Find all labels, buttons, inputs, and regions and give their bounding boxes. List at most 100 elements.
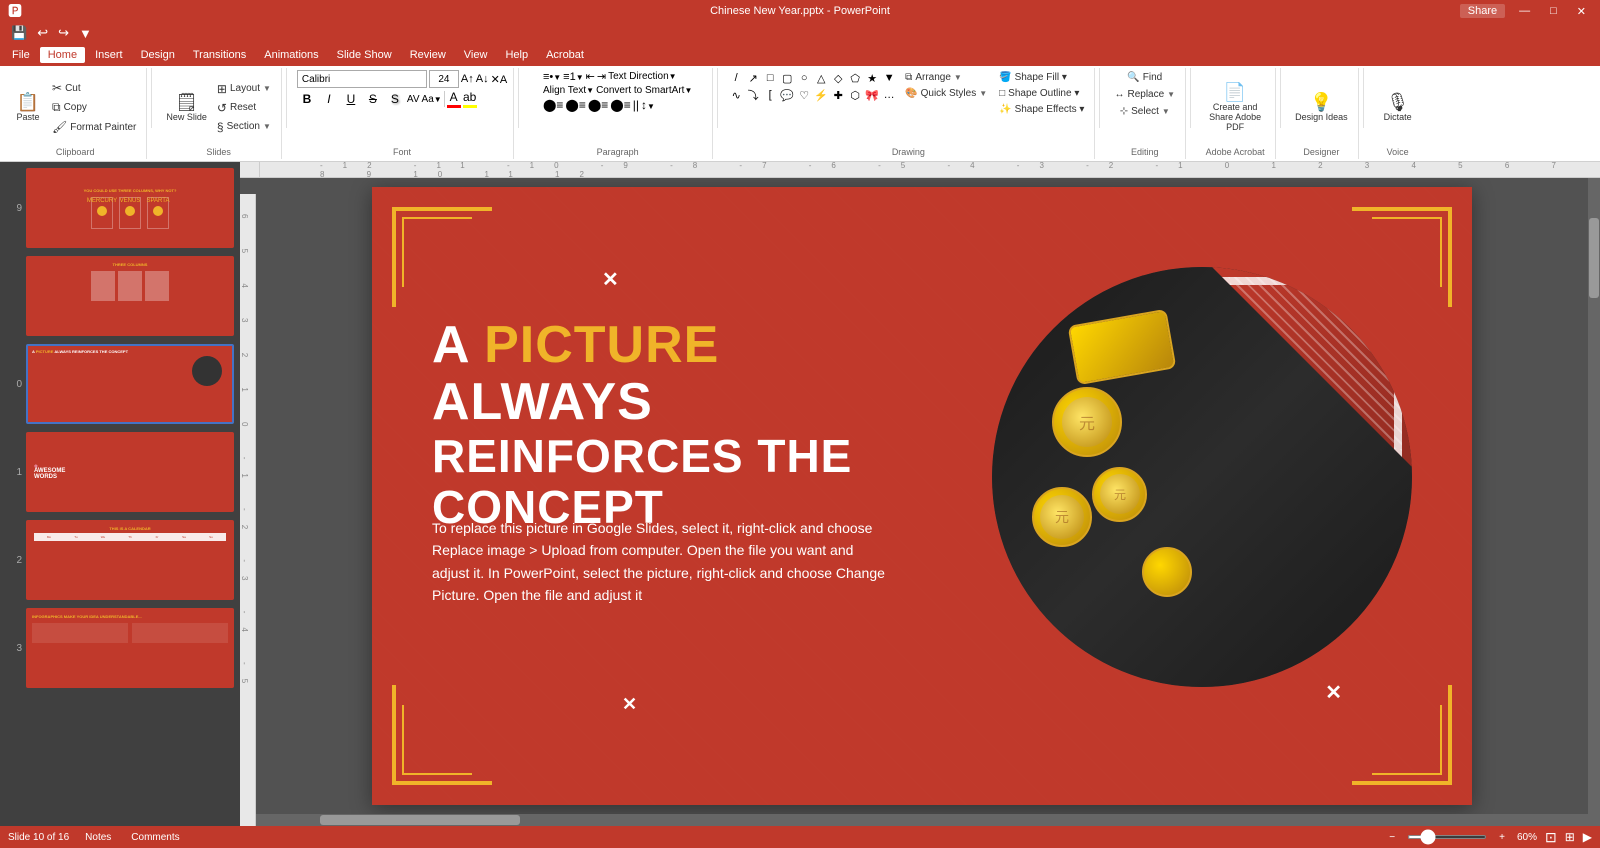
save-button[interactable]: 💾: [8, 24, 30, 42]
undo-button[interactable]: ↩: [34, 24, 51, 42]
slide-img-3[interactable]: INFOGRAPHICS MAKE YOUR IDEA UNDERSTANDAB…: [26, 608, 234, 688]
shape-pentagon[interactable]: ⬠: [847, 70, 863, 86]
italic-button[interactable]: I: [319, 92, 339, 106]
increase-indent-button[interactable]: ⇥: [597, 70, 606, 83]
shape-hexagon[interactable]: ⬡: [847, 87, 863, 103]
slide-img-0[interactable]: A PICTURE ALWAYS REINFORCES THE CONCEPT: [26, 344, 234, 424]
maximize-button[interactable]: □: [1544, 5, 1563, 17]
arrange-button[interactable]: ⧉ Arrange ▼: [901, 70, 991, 85]
scrollbar-thumb-h[interactable]: [320, 815, 520, 825]
slide-img-blank[interactable]: THREE COLUMNS: [26, 256, 234, 336]
menu-insert[interactable]: Insert: [87, 47, 131, 63]
shape-star[interactable]: ★: [864, 70, 880, 86]
menu-transitions[interactable]: Transitions: [185, 47, 254, 63]
slide-thumb-3[interactable]: 3 INFOGRAPHICS MAKE YOUR IDEA UNDERSTAND…: [4, 606, 236, 690]
menu-help[interactable]: Help: [497, 47, 536, 63]
slide-thumb-0[interactable]: 0 A PICTURE ALWAYS REINFORCES THE CONCEP…: [4, 342, 236, 426]
align-right-button[interactable]: ⬤≡: [588, 98, 608, 112]
notes-button[interactable]: Notes: [81, 832, 115, 843]
bold-button[interactable]: B: [297, 92, 317, 106]
shape-heart[interactable]: ♡: [796, 87, 812, 103]
replace-button[interactable]: ↔ Replace ▼: [1110, 87, 1179, 102]
slide-img-2[interactable]: THIS IS A CALENDAR Mo Tu We Th Fr Sa Su: [26, 520, 234, 600]
shape-oval[interactable]: ○: [796, 70, 812, 86]
shape-callout[interactable]: 💬: [779, 87, 795, 103]
scrollbar-thumb-v[interactable]: [1589, 218, 1599, 298]
font-size-input[interactable]: [429, 70, 459, 88]
slide-image-circle[interactable]: 元 元 元: [992, 267, 1412, 687]
highlight-button[interactable]: ab: [463, 90, 477, 108]
slide-img-9[interactable]: YOU COULD USE THREE COLUMNS, WHY NOT? ME…: [26, 168, 234, 248]
underline-button[interactable]: U: [341, 92, 361, 106]
menu-slideshow[interactable]: Slide Show: [329, 47, 400, 63]
menu-review[interactable]: Review: [402, 47, 454, 63]
numbering-button[interactable]: ≡1▼: [563, 71, 583, 83]
fit-button[interactable]: ⊡: [1545, 829, 1557, 846]
shape-rounded-rect[interactable]: ▢: [779, 70, 795, 86]
font-shrink-button[interactable]: A↓: [476, 73, 489, 85]
layout-button[interactable]: ⊞ Layout ▼: [213, 80, 275, 98]
dictate-button[interactable]: 🎙 Dictate: [1380, 91, 1416, 124]
find-button[interactable]: 🔍 Find: [1123, 70, 1166, 85]
shape-cross[interactable]: ✚: [830, 87, 846, 103]
zoom-in-button[interactable]: +: [1495, 832, 1509, 843]
slide-panel[interactable]: 9 YOU COULD USE THREE COLUMNS, WHY NOT? …: [0, 162, 240, 826]
bullets-button[interactable]: ≡•▼: [543, 71, 561, 83]
font-grow-button[interactable]: A↑: [461, 73, 474, 85]
font-color-button[interactable]: A: [447, 90, 461, 108]
horizontal-scrollbar[interactable]: [240, 814, 1600, 826]
reset-button[interactable]: ↺ Reset: [213, 99, 275, 117]
shape-more[interactable]: ▼: [881, 70, 897, 86]
strikethrough-button[interactable]: S: [363, 92, 383, 106]
clear-format-button[interactable]: ✕A: [491, 73, 508, 86]
quick-styles-button[interactable]: 🎨 Quick Styles ▼: [901, 86, 991, 101]
section-button[interactable]: § Section ▼: [213, 118, 275, 136]
copy-button[interactable]: ⧉ Copy: [48, 98, 140, 117]
shape-fill-button[interactable]: 🪣 Shape Fill ▾: [995, 70, 1088, 85]
cut-button[interactable]: ✂ Cut: [48, 79, 140, 97]
share-button[interactable]: Share: [1460, 4, 1505, 18]
char-spacing-button[interactable]: AV: [407, 94, 420, 105]
shape-line[interactable]: /: [728, 70, 744, 86]
shape-rect[interactable]: □: [762, 70, 778, 86]
slide-thumb-2[interactable]: 2 THIS IS A CALENDAR Mo Tu We Th Fr Sa S…: [4, 518, 236, 602]
text-direction-button[interactable]: Text Direction▼: [608, 71, 677, 82]
minimize-button[interactable]: —: [1513, 5, 1536, 17]
slide-title[interactable]: A PICTURE ALWAYS REINFORCES THE CONCEPT: [432, 317, 912, 533]
shape-triangle[interactable]: △: [813, 70, 829, 86]
shadow-button[interactable]: S: [385, 92, 405, 106]
design-ideas-button[interactable]: 💡 Design Ideas: [1291, 91, 1352, 124]
columns-button[interactable]: ||: [633, 98, 639, 112]
create-pdf-button[interactable]: 📄 Create and Share Adobe PDF: [1201, 81, 1269, 134]
slide-canvas[interactable]: ✕ ✕ ✕ ✕ A PICTURE ALWAYS REINFORCES THE …: [372, 187, 1472, 805]
align-left-button[interactable]: ⬤≡: [543, 98, 563, 112]
shape-curve[interactable]: ∿: [728, 87, 744, 103]
menu-design[interactable]: Design: [133, 47, 183, 63]
align-center-button[interactable]: ⬤≡: [565, 98, 585, 112]
redo-button[interactable]: ↪: [55, 24, 72, 42]
line-spacing-button[interactable]: ↕▼: [641, 98, 655, 112]
shape-lightning[interactable]: ⚡: [813, 87, 829, 103]
comments-button[interactable]: Comments: [127, 832, 183, 843]
convert-smartart-button[interactable]: Convert to SmartArt▼: [596, 85, 692, 96]
shape-ribbon[interactable]: 🎀: [864, 87, 880, 103]
decrease-indent-button[interactable]: ⇤: [586, 70, 595, 83]
slide-thumb-blank[interactable]: THREE COLUMNS: [4, 254, 236, 338]
format-painter-button[interactable]: 🖌 Format Painter: [48, 118, 140, 136]
new-slide-button[interactable]: 🗒 New Slide: [162, 91, 211, 124]
shape-outline-button[interactable]: □ Shape Outline ▾: [995, 86, 1088, 101]
shape-bracket[interactable]: [: [762, 87, 778, 103]
justify-button[interactable]: ⬤≡: [610, 98, 630, 112]
slide-body[interactable]: To replace this picture in Google Slides…: [432, 517, 892, 607]
shape-effects-button[interactable]: ✨ Shape Effects ▾: [995, 102, 1088, 117]
qat-more-button[interactable]: ▼: [76, 25, 95, 42]
menu-view[interactable]: View: [456, 47, 496, 63]
paste-button[interactable]: 📋 Paste: [10, 91, 46, 124]
zoom-out-button[interactable]: −: [1385, 832, 1399, 843]
shape-more2[interactable]: …: [881, 87, 897, 103]
view-slide-button[interactable]: ▶: [1583, 830, 1592, 844]
menu-file[interactable]: File: [4, 47, 38, 63]
slide-thumb-9[interactable]: 9 YOU COULD USE THREE COLUMNS, WHY NOT? …: [4, 166, 236, 250]
slide-thumb-1[interactable]: 1 🌸 AWESOMEWORDS: [4, 430, 236, 514]
shape-connector[interactable]: ⤵: [745, 87, 761, 103]
